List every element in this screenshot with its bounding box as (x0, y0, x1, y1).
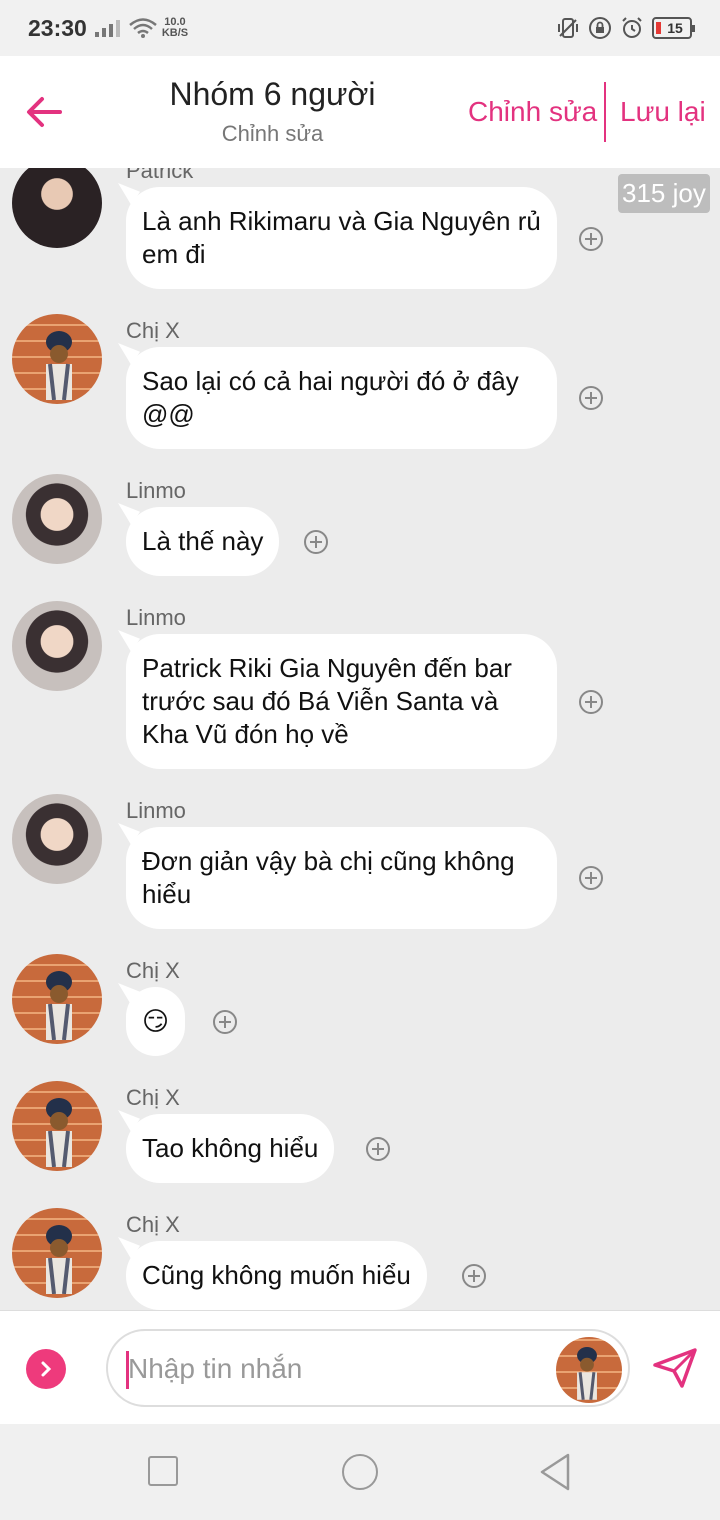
message-bubble[interactable]: Cũng không muốn hiểu (126, 1241, 427, 1310)
system-nav-bar (0, 1424, 720, 1520)
chevron-right-icon (41, 1361, 52, 1377)
home-icon[interactable] (342, 1454, 378, 1490)
message-input-wrap[interactable] (106, 1329, 630, 1407)
status-time: 23:30 (28, 14, 87, 41)
edit-button[interactable]: Chỉnh sửa (468, 96, 597, 128)
title-block: Nhóm 6 người Chỉnh sửa (130, 76, 415, 147)
back-arrow-icon[interactable] (24, 92, 64, 132)
group-title: Nhóm 6 người (169, 76, 376, 112)
add-reaction-icon[interactable] (303, 529, 329, 555)
add-reaction-icon[interactable] (212, 1009, 238, 1035)
recent-apps-icon[interactable] (148, 1456, 178, 1486)
net-speed-unit: KB/S (161, 27, 189, 39)
save-button[interactable]: Lưu lại (620, 96, 706, 128)
avatar[interactable] (12, 474, 102, 564)
message-bubble[interactable]: Sao lại có cả hai người đó ở đây @@ (126, 347, 557, 449)
chat-list[interactable]: 315 joy Patrick Là anh Rikimaru và Gia N… (0, 168, 720, 1310)
message-bubble[interactable]: Tao không hiểu (126, 1114, 335, 1183)
chat-header: Nhóm 6 người Chỉnh sửa Chỉnh sửa Lưu lại (0, 56, 720, 168)
message-bubble[interactable]: Là thế này (126, 507, 280, 576)
joy-badge: 315 joy (618, 174, 710, 213)
sender-name: Chị X (126, 1212, 180, 1237)
header-divider (604, 82, 606, 142)
add-reaction-icon[interactable] (578, 226, 604, 252)
persona-avatar[interactable] (556, 1337, 622, 1403)
sender-name: Chị X (126, 958, 180, 983)
sender-name: Chị X (126, 318, 180, 343)
message-composer (0, 1310, 720, 1424)
sender-name: Linmo (126, 605, 186, 630)
sender-name: Linmo (126, 478, 186, 503)
sender-name: Patrick (126, 168, 194, 183)
signal-icon (94, 19, 120, 37)
message-input[interactable] (128, 1347, 528, 1391)
add-reaction-icon[interactable] (365, 1136, 391, 1162)
avatar[interactable] (12, 1081, 102, 1171)
net-speed: 10.0 KB/S (162, 17, 188, 39)
message-bubble[interactable]: 😏 (126, 987, 186, 1056)
lock-rotation-icon (589, 17, 611, 39)
sender-name: Linmo (126, 798, 186, 823)
avatar[interactable] (12, 1208, 102, 1298)
add-reaction-icon[interactable] (578, 385, 604, 411)
nav-back-icon[interactable] (538, 1452, 572, 1492)
avatar[interactable] (12, 314, 102, 404)
message-bubble[interactable]: Đơn giản vậy bà chị cũng không hiểu (126, 827, 557, 929)
expand-button[interactable] (26, 1349, 66, 1389)
avatar[interactable] (12, 601, 102, 691)
avatar[interactable] (12, 168, 102, 248)
message-bubble[interactable]: Là anh Rikimaru và Gia Nguyên rủ em đi (126, 187, 557, 289)
wifi-icon (129, 18, 157, 38)
add-reaction-icon[interactable] (461, 1263, 487, 1289)
message-bubble[interactable]: Patrick Riki Gia Nguyên đến bar trước sa… (126, 634, 557, 769)
status-bar: 23:30 10.0 KB/S 15 (0, 0, 720, 56)
battery-level: 15 (667, 20, 683, 36)
add-reaction-icon[interactable] (578, 865, 604, 891)
alarm-icon (622, 17, 642, 38)
avatar[interactable] (12, 794, 102, 884)
group-subtitle: Chỉnh sửa (221, 121, 324, 146)
sender-name: Chị X (126, 1085, 180, 1110)
add-reaction-icon[interactable] (578, 689, 604, 715)
battery-icon: 15 (652, 17, 695, 39)
send-icon[interactable] (652, 1347, 698, 1389)
avatar[interactable] (12, 954, 102, 1044)
vibrate-icon (558, 18, 578, 38)
